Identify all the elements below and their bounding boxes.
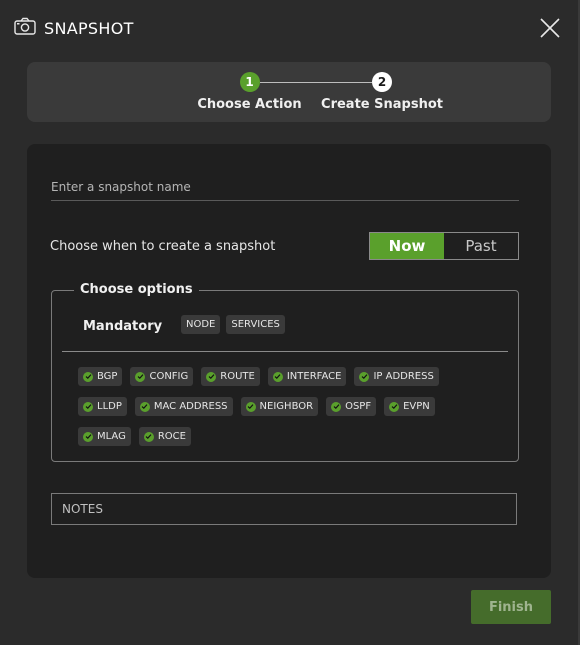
option-chip-mlag[interactable]: MLAG	[78, 427, 131, 446]
close-icon[interactable]	[538, 16, 562, 40]
mandatory-chips: NODE SERVICES	[181, 315, 285, 334]
mandatory-chip: SERVICES	[226, 315, 285, 334]
option-chip-interface[interactable]: INTERFACE	[267, 367, 347, 386]
option-label: IP ADDRESS	[373, 371, 434, 382]
check-icon	[135, 371, 146, 382]
option-label: EVPN	[403, 401, 430, 412]
option-label: CONFIG	[149, 371, 189, 382]
snapshot-name-input[interactable]	[51, 174, 519, 201]
option-label: BGP	[97, 371, 118, 382]
step-label: Create Snapshot	[321, 97, 443, 112]
option-chip-bgp[interactable]: BGP	[78, 367, 123, 386]
step-create-snapshot[interactable]: 2 Create Snapshot	[307, 72, 457, 112]
option-chip-mac-address[interactable]: MAC ADDRESS	[134, 397, 233, 416]
check-icon	[83, 401, 93, 412]
snapshot-form: Choose when to create a snapshot Now Pas…	[27, 144, 551, 578]
check-icon	[83, 431, 93, 442]
option-label: OSPF	[345, 401, 372, 412]
divider	[62, 351, 508, 352]
options-row: MLAG ROCE	[78, 427, 191, 446]
option-label: NEIGHBOR	[259, 401, 314, 412]
option-chip-config[interactable]: CONFIG	[130, 367, 194, 386]
finish-button[interactable]: Finish	[471, 590, 551, 624]
check-icon	[359, 371, 370, 382]
camera-icon	[14, 17, 36, 39]
options-row: LLDP MAC ADDRESS NEIGHBOR OSPF EVPN	[78, 397, 435, 416]
check-icon	[331, 401, 342, 412]
option-label: INTERFACE	[286, 371, 342, 382]
timing-toggle: Now Past	[369, 232, 519, 260]
check-icon	[83, 371, 93, 382]
options-row: BGP CONFIG ROUTE INTERFACE IP ADDRESS	[78, 367, 439, 386]
options-title: Choose options	[74, 282, 199, 297]
when-label: Choose when to create a snapshot	[50, 239, 276, 254]
check-icon	[139, 401, 150, 412]
option-chip-evpn[interactable]: EVPN	[384, 397, 435, 416]
mandatory-label: Mandatory	[83, 319, 163, 334]
option-chip-ip-address[interactable]: IP ADDRESS	[354, 367, 439, 386]
step-choose-action[interactable]: 1 Choose Action	[177, 72, 322, 112]
option-label: LLDP	[97, 401, 122, 412]
option-label: ROCE	[157, 431, 186, 442]
option-chip-route[interactable]: ROUTE	[201, 367, 260, 386]
option-label: MAC ADDRESS	[153, 401, 228, 412]
dialog-header: SNAPSHOT	[14, 14, 134, 42]
mandatory-chip: NODE	[181, 315, 221, 334]
step-label: Choose Action	[197, 97, 302, 112]
dialog-title: SNAPSHOT	[44, 18, 134, 38]
option-chip-ospf[interactable]: OSPF	[326, 397, 377, 416]
check-icon	[143, 431, 154, 442]
option-chip-roce[interactable]: ROCE	[138, 427, 191, 446]
option-chip-lldp[interactable]: LLDP	[78, 397, 127, 416]
past-option[interactable]: Past	[444, 233, 518, 259]
step-number: 2	[372, 72, 392, 92]
options-group: Choose options Mandatory NODE SERVICES B…	[51, 282, 519, 462]
option-chip-neighbor[interactable]: NEIGHBOR	[240, 397, 319, 416]
stepper: 1 Choose Action 2 Create Snapshot	[27, 62, 551, 122]
check-icon	[389, 401, 400, 412]
check-icon	[245, 401, 256, 412]
option-label: MLAG	[97, 431, 126, 442]
check-icon	[206, 371, 217, 382]
step-number: 1	[239, 72, 260, 92]
now-option[interactable]: Now	[370, 233, 444, 259]
notes-input[interactable]	[51, 493, 517, 525]
check-icon	[272, 371, 283, 382]
option-label: ROUTE	[220, 371, 255, 382]
